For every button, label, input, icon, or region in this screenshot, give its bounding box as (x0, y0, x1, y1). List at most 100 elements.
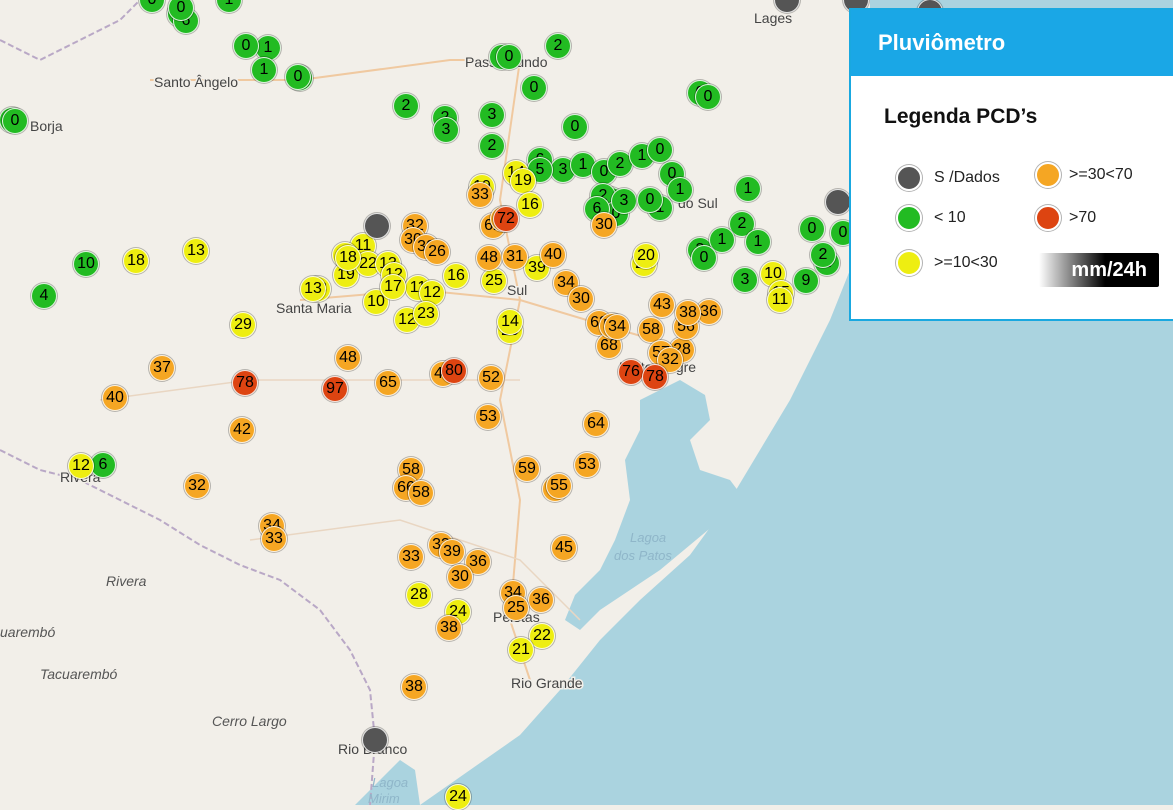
station-marker[interactable]: 65 (375, 370, 401, 396)
station-marker[interactable]: 32 (184, 473, 210, 499)
station-marker[interactable]: 14 (497, 309, 523, 335)
station-marker-nodata[interactable] (362, 727, 388, 753)
station-marker[interactable]: 13 (300, 276, 326, 302)
station-marker[interactable]: 0 (637, 187, 663, 213)
station-marker[interactable]: 1 (667, 177, 693, 203)
station-marker[interactable]: 3 (611, 188, 637, 214)
station-marker[interactable]: 0 (521, 75, 547, 101)
station-marker[interactable]: 58 (408, 480, 434, 506)
station-marker[interactable]: 38 (436, 615, 462, 641)
station-marker[interactable]: 78 (642, 364, 668, 390)
station-marker[interactable]: 3 (479, 102, 505, 128)
station-marker[interactable]: 72 (493, 206, 519, 232)
station-marker[interactable]: 59 (514, 456, 540, 482)
station-marker[interactable]: 40 (540, 242, 566, 268)
station-marker[interactable]: 40 (102, 385, 128, 411)
station-marker[interactable]: 39 (439, 539, 465, 565)
station-marker[interactable]: 48 (476, 245, 502, 271)
station-marker[interactable]: 0 (647, 137, 673, 163)
station-marker[interactable]: 42 (229, 417, 255, 443)
station-marker[interactable]: 19 (510, 168, 536, 194)
station-marker[interactable]: 25 (481, 268, 507, 294)
station-marker[interactable]: 36 (528, 587, 554, 613)
unit-badge: mm/24h (1039, 253, 1159, 287)
station-marker[interactable]: 33 (467, 182, 493, 208)
station-marker[interactable]: 30 (568, 286, 594, 312)
station-marker[interactable]: 34 (604, 314, 630, 340)
legend-panel: Pluviômetro Legenda PCD’s S /Dados < 10 … (849, 8, 1173, 321)
station-marker[interactable]: 48 (335, 345, 361, 371)
station-marker[interactable]: 0 (2, 108, 28, 134)
green-dot-icon (896, 205, 922, 231)
station-marker[interactable]: 17 (380, 274, 406, 300)
station-marker[interactable]: 33 (398, 544, 424, 570)
station-marker[interactable]: 80 (441, 358, 467, 384)
station-marker[interactable]: 43 (649, 292, 675, 318)
station-marker[interactable]: 52 (478, 365, 504, 391)
station-marker[interactable]: 2 (810, 242, 836, 268)
gray-dot-icon (896, 165, 922, 191)
station-marker[interactable]: 20 (633, 243, 659, 269)
station-marker[interactable]: 3 (732, 267, 758, 293)
station-marker[interactable]: 38 (401, 674, 427, 700)
station-marker[interactable]: 1 (745, 229, 771, 255)
legend-title: Legenda PCD’s (884, 105, 1038, 128)
station-marker[interactable]: 45 (551, 535, 577, 561)
station-marker[interactable]: 53 (475, 404, 501, 430)
station-marker[interactable]: 2 (545, 33, 571, 59)
station-marker[interactable]: 29 (230, 312, 256, 338)
station-marker[interactable]: 24 (445, 784, 471, 810)
station-marker[interactable]: 23 (413, 301, 439, 327)
legend-label: >=10<30 (934, 254, 998, 271)
station-marker-nodata[interactable] (825, 189, 851, 215)
station-marker[interactable]: 1 (735, 176, 761, 202)
legend-item-sdados: S /Dados (896, 165, 1000, 191)
legend-item-lt10: < 10 (896, 205, 966, 231)
legend-label: >=30<70 (1069, 166, 1133, 183)
station-marker[interactable]: 38 (675, 300, 701, 326)
station-marker[interactable]: 18 (123, 248, 149, 274)
station-marker[interactable]: 33 (261, 526, 287, 552)
station-marker[interactable]: 78 (232, 370, 258, 396)
station-marker[interactable]: 0 (695, 84, 721, 110)
station-marker[interactable]: 0 (691, 245, 717, 271)
station-marker[interactable]: 28 (406, 582, 432, 608)
station-marker[interactable]: 55 (546, 473, 572, 499)
station-marker[interactable]: 16 (443, 263, 469, 289)
station-marker[interactable]: 26 (424, 239, 450, 265)
station-marker[interactable]: 4 (31, 283, 57, 309)
station-marker[interactable]: 0 (233, 33, 259, 59)
station-marker[interactable]: 30 (447, 564, 473, 590)
station-marker[interactable]: 1 (216, 0, 242, 13)
station-marker[interactable]: 53 (574, 452, 600, 478)
station-marker[interactable]: 18 (335, 245, 361, 271)
legend-label: >70 (1069, 209, 1097, 226)
station-marker[interactable]: 25 (503, 595, 529, 621)
station-marker[interactable]: 2 (479, 133, 505, 159)
legend-item-30-70: >=30<70 (1035, 162, 1133, 188)
station-marker[interactable]: 0 (139, 0, 165, 13)
station-marker[interactable]: 30 (591, 212, 617, 238)
station-marker[interactable]: 0 (562, 114, 588, 140)
station-marker[interactable]: 64 (583, 411, 609, 437)
station-marker[interactable]: 76 (618, 359, 644, 385)
station-marker[interactable]: 97 (322, 376, 348, 402)
station-marker-nodata[interactable] (364, 213, 390, 239)
station-marker[interactable]: 0 (496, 44, 522, 70)
station-marker-nodata[interactable] (774, 0, 800, 13)
station-marker[interactable]: 0 (285, 64, 311, 90)
station-marker[interactable]: 37 (149, 355, 175, 381)
station-marker[interactable]: 13 (183, 238, 209, 264)
station-marker[interactable]: 31 (502, 244, 528, 270)
station-marker[interactable]: 21 (508, 637, 534, 663)
legend-item-10-30: >=10<30 (896, 250, 998, 276)
station-marker[interactable]: 16 (517, 192, 543, 218)
station-marker[interactable]: 0 (799, 216, 825, 242)
station-marker[interactable]: 1 (251, 57, 277, 83)
station-marker[interactable]: 3 (433, 117, 459, 143)
station-marker[interactable]: 10 (73, 251, 99, 277)
station-marker[interactable]: 11 (767, 287, 793, 313)
station-marker[interactable]: 2 (393, 93, 419, 119)
station-marker[interactable]: 12 (68, 453, 94, 479)
station-marker[interactable]: 9 (793, 268, 819, 294)
